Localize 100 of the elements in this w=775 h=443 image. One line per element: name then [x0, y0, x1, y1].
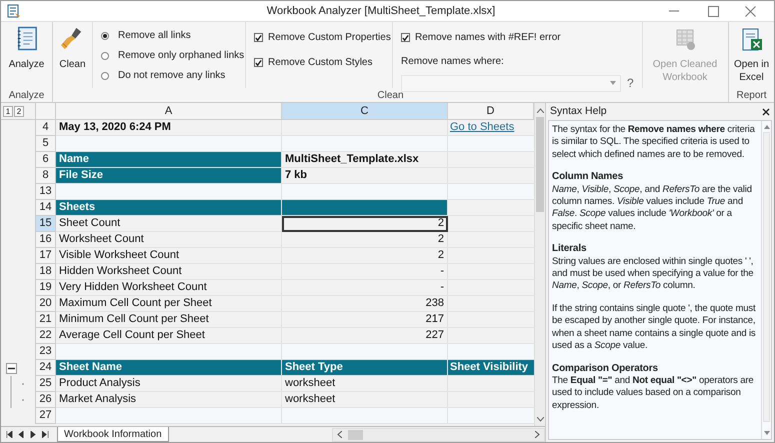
row-header[interactable]: 24 — [36, 360, 56, 376]
radio-option[interactable]: Remove all links — [101, 28, 245, 43]
row-header[interactable]: 17 — [36, 248, 56, 264]
row-header[interactable]: 23 — [36, 344, 56, 360]
scroll-thumb[interactable] — [763, 132, 770, 422]
table-cell: Market Analysis — [56, 392, 282, 408]
pane-title: Syntax Help — [550, 104, 607, 119]
notebook-icon — [16, 26, 38, 51]
table-cell: 227 — [282, 328, 448, 344]
row-header[interactable]: 18 — [36, 264, 56, 280]
outline-level-button[interactable]: 2 — [14, 106, 24, 116]
maximize-icon[interactable] — [708, 6, 719, 16]
scroll-up-icon[interactable] — [536, 108, 544, 113]
table-cell: - — [282, 264, 448, 280]
names-where-field[interactable] — [401, 74, 621, 92]
close-icon[interactable] — [762, 108, 770, 116]
scroll-down-icon[interactable] — [536, 417, 544, 422]
checkbox-option[interactable]: Remove names with #REF! error — [401, 30, 642, 45]
table-cell: Very Hidden Worksheet Count — [56, 280, 282, 296]
scroll-right-icon[interactable] — [535, 431, 540, 438]
help-paragraph: Name, Visible, Scope, and RefersTo are the valid column names. Visible values include True and False. Scope values include 'Workbook' or a specific sheet name. — [552, 184, 753, 234]
header-cell: Name — [56, 152, 282, 168]
outline-level-button[interactable]: 1 — [3, 106, 13, 116]
header-cell: File Size — [56, 168, 282, 184]
selected-cell[interactable]: 2 — [282, 216, 448, 232]
table-cell: Worksheet Count — [56, 232, 282, 248]
window-title: Workbook Analyzer [MultiSheet_Template.xlsx] — [266, 4, 496, 19]
dropdown-caret-icon — [610, 81, 616, 85]
scroll-left-icon[interactable] — [337, 431, 342, 438]
scroll-thumb[interactable] — [536, 117, 544, 212]
row-header[interactable]: 21 — [36, 312, 56, 328]
checkbox[interactable] — [254, 33, 263, 42]
scroll-thumb[interactable] — [348, 430, 363, 440]
row-header[interactable]: 22 — [36, 328, 56, 344]
table-cell: Product Analysis — [56, 376, 282, 392]
vertical-scrollbar[interactable] — [534, 103, 545, 426]
skip-arrow-icon[interactable] — [6, 431, 13, 438]
check-icon — [402, 34, 409, 42]
help-heading: Column Names — [552, 171, 624, 184]
checkbox-option[interactable]: Remove Custom Styles — [254, 55, 392, 70]
scroll-up-icon[interactable] — [764, 125, 770, 129]
radio-button[interactable] — [101, 52, 109, 60]
table-cell: worksheet — [282, 392, 448, 408]
radio-button[interactable] — [101, 72, 109, 80]
checkbox-option[interactable]: Remove Custom Properties — [254, 30, 392, 45]
row-header[interactable]: 25 — [36, 376, 56, 392]
app-icon — [7, 4, 21, 18]
sheet-tab[interactable]: Workbook Information — [57, 427, 169, 442]
sheet-link[interactable]: Go to Sheets — [450, 121, 514, 133]
check-icon — [255, 34, 262, 42]
help-paragraph: String values are enclosed within single quotes ' ', and must be used when specifying a value for the Name, Scope, or RefersTo column. — [552, 256, 754, 293]
column-header[interactable]: C — [282, 103, 448, 119]
help-paragraph: If the string contains single quote ', the quote must be escaped by another single quote. For instance, when a sheet name contains a single quote and is used as a Scope value. — [552, 302, 757, 352]
table-cell: Hidden Worksheet Count — [56, 264, 282, 280]
table-cell: Average Cell Count per Sheet — [56, 328, 282, 344]
help-button[interactable]: ? — [627, 74, 634, 92]
analyze-button[interactable]: Analyze — [4, 22, 50, 88]
open-excel-button[interactable]: Open in Excel — [729, 22, 774, 88]
table-cell: 7 kb — [282, 168, 448, 184]
row-header[interactable]: 14 — [36, 200, 56, 216]
checkbox[interactable] — [401, 33, 410, 42]
group-label: Clean — [376, 89, 405, 102]
help-paragraph: The Equal "=" and Not equal "<>" operators are used to include values based on a comparison expression. — [552, 374, 755, 412]
radio-option[interactable]: Do not remove any links — [101, 68, 245, 83]
header-cell: Sheets — [56, 200, 282, 216]
help-paragraph: The syntax for the Remove names where criteria is similar to SQL. The specified criteria is used to select which defined names are to be removed. — [552, 124, 756, 162]
table-cell: worksheet — [282, 376, 448, 392]
scroll-down-icon[interactable] — [764, 431, 770, 435]
table-cell: May 13, 2020 6:24 PM — [56, 120, 282, 136]
field-label: Remove names where: — [401, 55, 505, 69]
row-header[interactable]: 6 — [36, 152, 56, 168]
row-header[interactable]: 20 — [36, 296, 56, 312]
row-header[interactable]: 5 — [36, 136, 56, 152]
radio-option[interactable]: Remove only orphaned links — [101, 48, 245, 63]
header-cell: Sheet Name — [56, 360, 282, 376]
table-cell: 238 — [282, 296, 448, 312]
excel-notebook-icon — [740, 28, 764, 52]
row-header[interactable]: 19 — [36, 280, 56, 296]
help-scrollbar[interactable] — [761, 121, 771, 439]
table-cell: Sheet Count — [56, 216, 282, 232]
row-header[interactable]: 27 — [36, 408, 56, 424]
horizontal-scrollbar[interactable] — [332, 428, 545, 442]
table-cell: 217 — [282, 312, 448, 328]
row-header[interactable]: 8 — [36, 168, 56, 184]
row-header[interactable]: 26 — [36, 392, 56, 408]
row-header[interactable]: 13 — [36, 184, 56, 200]
collapse-button[interactable] — [6, 362, 17, 374]
group-label: Analyze — [8, 89, 46, 102]
radio-button[interactable] — [101, 32, 109, 40]
table-cell: 2 — [282, 248, 448, 264]
row-header[interactable]: 15 — [36, 216, 56, 232]
table-cell: Visible Worksheet Count — [56, 248, 282, 264]
clean-button[interactable]: Clean — [53, 22, 93, 88]
checkbox[interactable] — [254, 58, 263, 67]
check-icon — [255, 58, 262, 66]
skip-arrow-icon[interactable] — [42, 431, 49, 438]
header-cell: Sheet Visibility — [448, 360, 534, 376]
table-cell: Maximum Cell Count per Sheet — [56, 296, 282, 312]
row-header[interactable]: 4 — [36, 120, 56, 136]
row-header[interactable]: 16 — [36, 232, 56, 248]
